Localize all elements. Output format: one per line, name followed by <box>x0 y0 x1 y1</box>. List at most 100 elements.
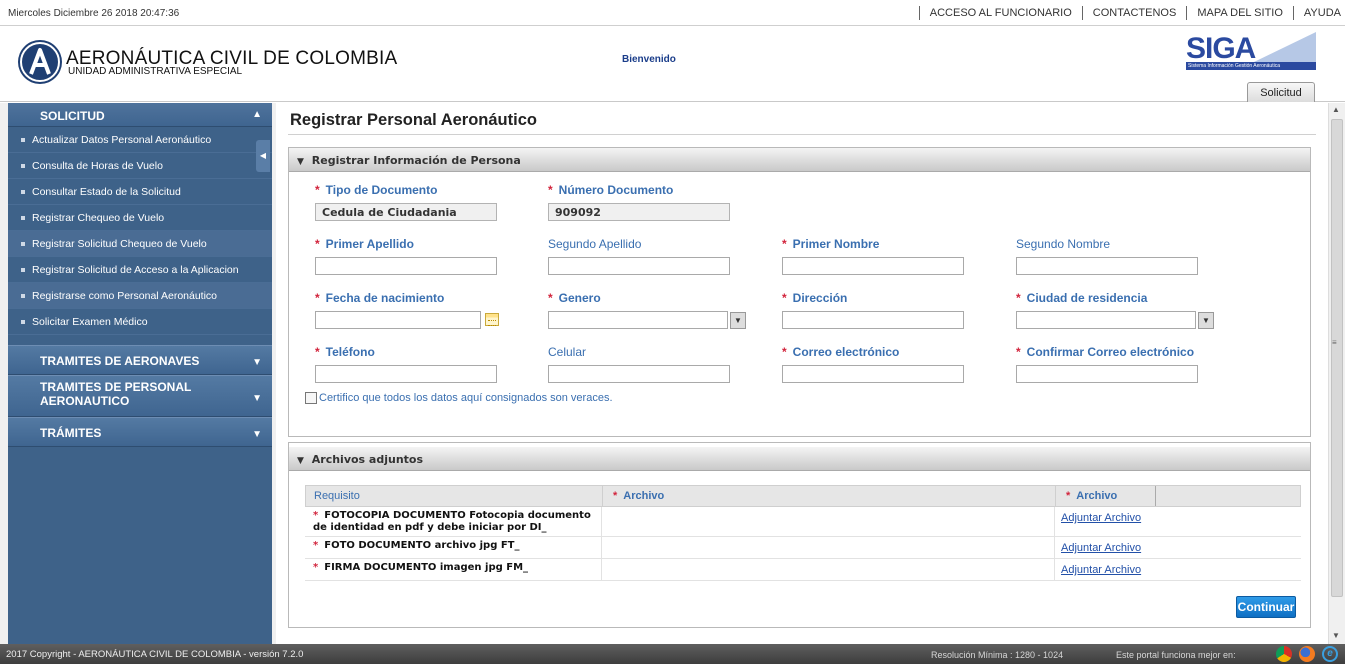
archivo-cell <box>602 559 1055 580</box>
chrome-icon <box>1276 646 1292 662</box>
link-acceso-funcionario[interactable]: ACCESO AL FUNCIONARIO <box>930 7 1072 19</box>
segundo-apellido-input[interactable] <box>548 257 730 275</box>
section-label: TRAMITES DE PERSONAL <box>40 380 192 394</box>
sidebar-item-solicitar-examen[interactable]: Solicitar Examen Médico <box>8 309 272 335</box>
sidebar-item-consultar-estado[interactable]: Consultar Estado de la Solicitud <box>8 179 272 205</box>
table-row: * FIRMA DOCUMENTO imagen jpg FM_ Adjuntar… <box>305 559 1301 581</box>
scroll-thumb[interactable] <box>1331 119 1343 597</box>
primer-nombre-input[interactable] <box>782 257 964 275</box>
archivo-cell <box>602 537 1055 558</box>
chevron-down-icon: ▼ <box>252 357 262 368</box>
vertical-scrollbar[interactable]: ▲ ≡ ▼ <box>1328 103 1345 644</box>
scroll-up-icon[interactable]: ▲ <box>1332 105 1340 114</box>
dropdown-arrow-icon[interactable]: ▼ <box>730 312 746 329</box>
label-ciudad-residencia: * Ciudad de residencia <box>1016 291 1148 305</box>
panel-registrar-informacion: ▼ Registrar Información de Persona * Tipo… <box>288 147 1311 437</box>
separator <box>1186 6 1188 20</box>
attachments-table: Requisito * Archivo * Archivo * FOTOCOPIA D… <box>305 485 1301 581</box>
org-subtitle: UNIDAD ADMINISTRATIVA ESPECIAL <box>68 66 243 77</box>
label-segundo-apellido: Segundo Apellido <box>548 237 642 251</box>
column-header-requisito: Requisito <box>306 486 603 506</box>
numero-documento-field: 909092 <box>548 203 730 221</box>
sidebar-menu: SOLICITUD ▲ Actualizar Datos Personal Ae… <box>8 103 272 644</box>
section-label: TRAMITES DE AERONAVES <box>40 354 200 368</box>
tipo-documento-field: Cedula de Ciudadania <box>315 203 497 221</box>
label-primer-apellido: * Primer Apellido <box>315 237 414 251</box>
siga-logo: SIGA Sistema Información Gestión Aeronáu… <box>1186 32 1316 70</box>
chevron-down-icon: ▼ <box>252 393 262 404</box>
site-header: AERONÁUTICA CIVIL DE COLOMBIA UNIDAD ADM… <box>0 26 1345 102</box>
top-links: ACCESO AL FUNCIONARIO CONTACTENOS MAPA D… <box>909 6 1341 20</box>
requisito-cell: * FOTOCOPIA DOCUMENTO Fotocopia documento… <box>305 507 602 536</box>
grip-icon: ≡ <box>1332 338 1337 347</box>
sidebar-section-tramites-personal[interactable]: TRAMITES DE PERSONAL AERONAUTICO ▼ <box>8 375 272 417</box>
continuar-button[interactable]: Continuar <box>1236 596 1296 618</box>
label-tipo-documento: * Tipo de Documento <box>315 183 438 197</box>
tab-solicitud[interactable]: Solicitud <box>1247 82 1315 102</box>
label-numero-documento: * Número Documento <box>548 183 674 197</box>
sidebar-item-actualizar-datos[interactable]: Actualizar Datos Personal Aeronáutico <box>8 127 272 153</box>
sidebar-section-tramites[interactable]: TRÁMITES ▼ <box>8 417 272 447</box>
separator <box>1081 6 1083 20</box>
siga-logo-text: SIGA <box>1186 32 1256 65</box>
main-content: Registrar Personal Aeronáutico ▼ Registr… <box>276 103 1328 644</box>
link-ayuda[interactable]: AYUDA <box>1304 7 1341 19</box>
scroll-down-icon[interactable]: ▼ <box>1332 631 1340 640</box>
divider <box>288 134 1316 135</box>
best-browser-note: Este portal funciona mejor en: <box>1116 650 1236 660</box>
adjuntar-archivo-link[interactable]: Adjuntar Archivo <box>1055 507 1155 536</box>
direccion-input[interactable] <box>782 311 964 329</box>
sidebar-section-solicitud[interactable]: SOLICITUD ▲ <box>8 103 272 127</box>
column-header-archivo-link: * Archivo <box>1056 486 1156 506</box>
segundo-nombre-input[interactable] <box>1016 257 1198 275</box>
certify-checkbox[interactable] <box>305 392 317 404</box>
requisito-cell: * FOTO DOCUMENTO archivo jpg FT_ <box>305 537 602 558</box>
panel-title: Registrar Información de Persona <box>311 154 521 167</box>
section-label: SOLICITUD <box>40 109 105 123</box>
sidebar-item-registrar-solicitud-acceso[interactable]: Registrar Solicitud de Acceso a la Aplic… <box>8 257 272 283</box>
link-contactenos[interactable]: CONTACTENOS <box>1093 7 1177 19</box>
label-confirmar-correo: * Confirmar Correo electrónico <box>1016 345 1195 359</box>
sidebar-item-registrarse-personal[interactable]: Registrarse como Personal Aeronáutico <box>8 283 272 309</box>
dropdown-arrow-icon[interactable]: ▼ <box>1198 312 1214 329</box>
archivo-cell <box>602 507 1055 536</box>
label-primer-nombre: * Primer Nombre <box>782 237 880 251</box>
adjuntar-archivo-link[interactable]: Adjuntar Archivo <box>1055 537 1155 558</box>
sidebar-item-consulta-horas[interactable]: Consulta de Horas de Vuelo <box>8 153 272 179</box>
label-correo: * Correo electrónico <box>782 345 900 359</box>
chevron-up-icon: ▲ <box>252 109 262 120</box>
requisito-cell: * FIRMA DOCUMENTO imagen jpg FM_ <box>305 559 602 580</box>
panel-header[interactable]: ▼ Archivos adjuntos <box>289 447 1310 471</box>
separator <box>918 6 920 20</box>
sidebar-section-tramites-aeronaves[interactable]: TRAMITES DE AERONAVES ▼ <box>8 345 272 375</box>
siga-tagline: Sistema Información Gestión Aeronáutica <box>1186 62 1316 70</box>
sidebar-item-registrar-chequeo[interactable]: Registrar Chequeo de Vuelo <box>8 205 272 231</box>
panel-header[interactable]: ▼ Registrar Información de Persona <box>289 148 1310 172</box>
aerocivil-logo-icon[interactable] <box>18 40 62 84</box>
telefono-input[interactable] <box>315 365 497 383</box>
sidebar-item-registrar-solicitud-chequeo[interactable]: Registrar Solicitud Chequeo de Vuelo <box>8 231 272 257</box>
celular-input[interactable] <box>548 365 730 383</box>
column-header-archivo: * Archivo <box>603 486 1056 506</box>
ciudad-residencia-select[interactable] <box>1016 311 1196 329</box>
table-header: Requisito * Archivo * Archivo <box>305 485 1301 507</box>
label-segundo-nombre: Segundo Nombre <box>1016 237 1111 251</box>
firefox-icon <box>1299 646 1315 662</box>
fecha-nacimiento-input[interactable] <box>315 311 481 329</box>
calendar-icon[interactable] <box>485 313 499 326</box>
table-row: * FOTOCOPIA DOCUMENTO Fotocopia documento… <box>305 507 1301 537</box>
correo-input[interactable] <box>782 365 964 383</box>
confirmar-correo-input[interactable] <box>1016 365 1198 383</box>
link-mapa-sitio[interactable]: MAPA DEL SITIO <box>1197 7 1283 19</box>
genero-select[interactable] <box>548 311 728 329</box>
panel-archivos-adjuntos: ▼ Archivos adjuntos Requisito * Archivo *… <box>288 442 1311 628</box>
collapse-sidebar-button[interactable]: ◀ <box>256 140 270 172</box>
ie-icon: e <box>1322 646 1338 662</box>
top-bar: Miercoles Diciembre 26 2018 20:47:36 ACC… <box>0 0 1345 26</box>
primer-apellido-input[interactable] <box>315 257 497 275</box>
chevron-down-icon: ▼ <box>297 456 304 466</box>
label-celular: Celular <box>548 345 587 359</box>
adjuntar-archivo-link[interactable]: Adjuntar Archivo <box>1055 559 1155 580</box>
copyright: 2017 Copyright - AERONÁUTICA CIVIL DE CO… <box>6 649 304 660</box>
